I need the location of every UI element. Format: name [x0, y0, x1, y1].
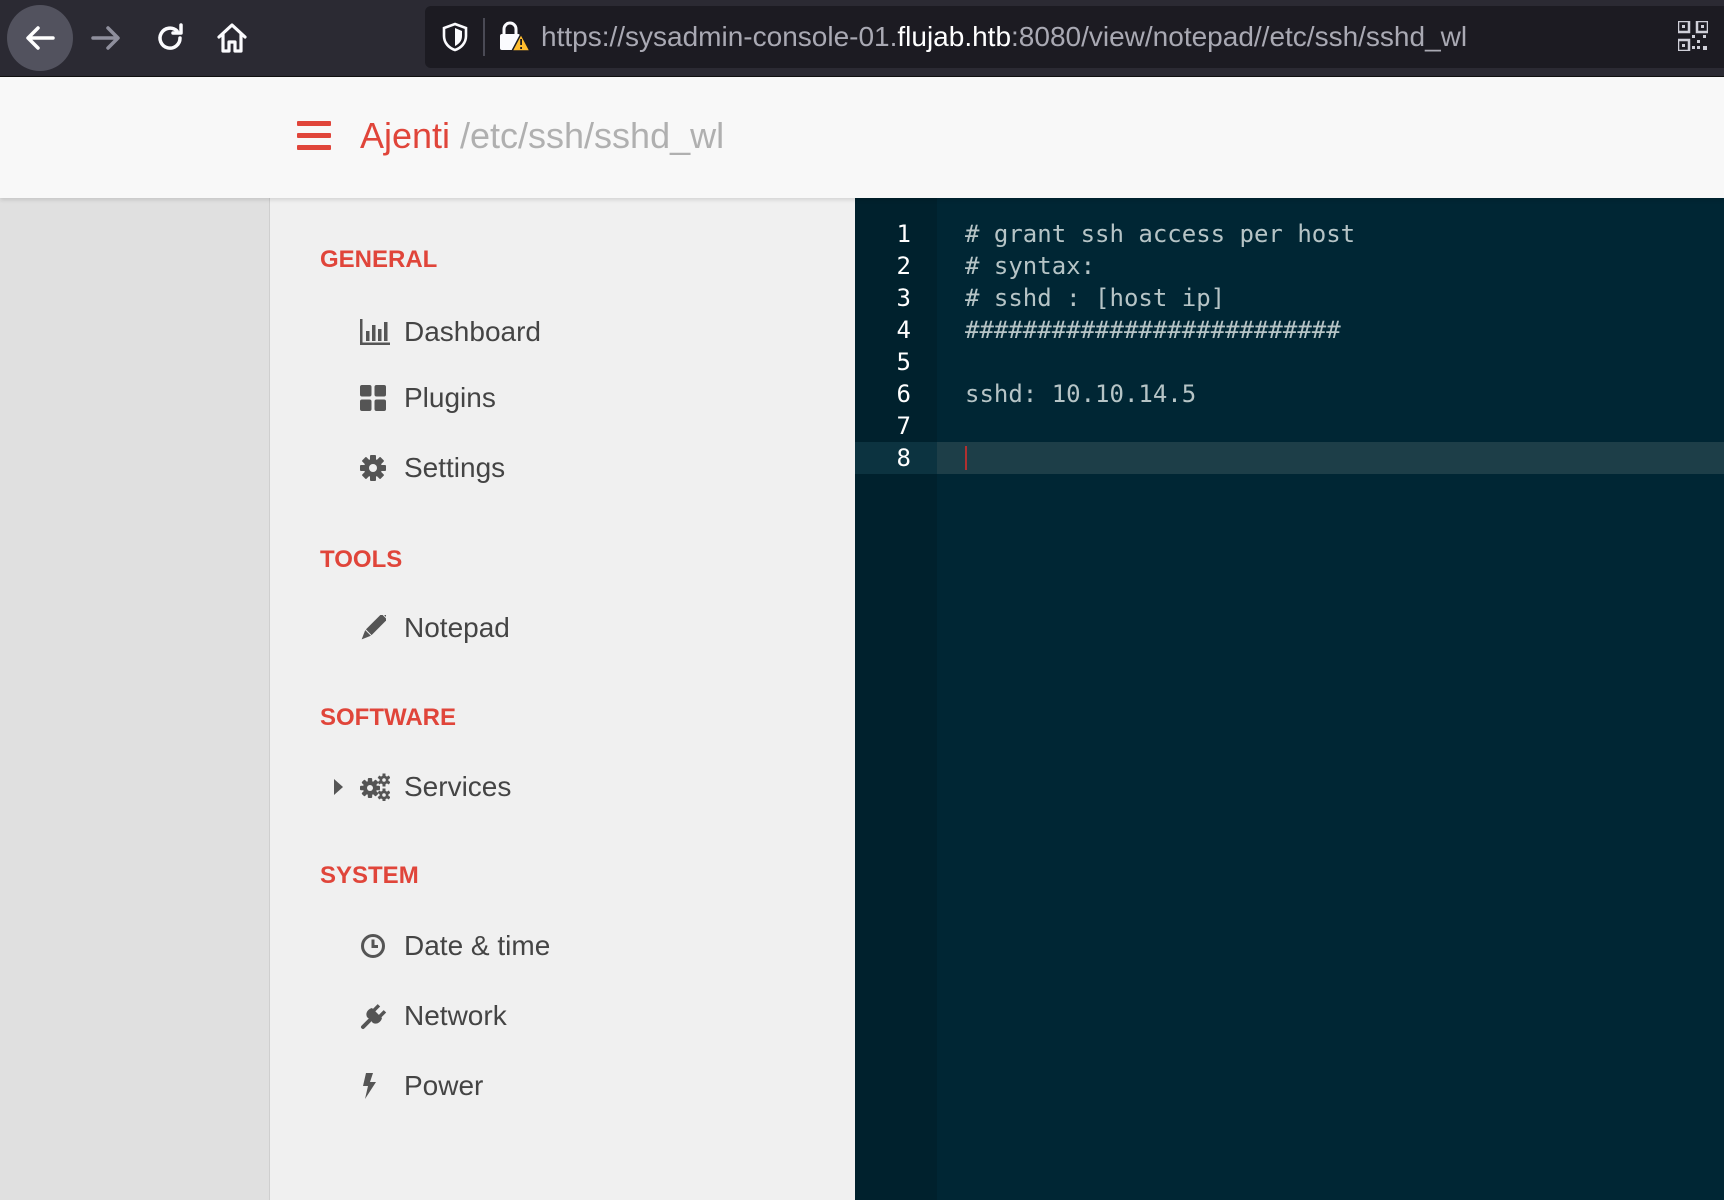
pencil-icon	[360, 613, 392, 643]
sidebar-item-label: Network	[404, 1000, 507, 1031]
home-button[interactable]	[199, 5, 265, 71]
sidebar-item-label: Dashboard	[404, 316, 541, 347]
code-line[interactable]: ##########################	[965, 314, 1341, 346]
code-editor[interactable]: 1 2 3 4 5 6 7 8 # grant ssh access per h…	[855, 198, 1724, 1200]
left-margin	[0, 198, 269, 1200]
line-number: 8	[896, 444, 911, 472]
sidebar-item-label: Date & time	[404, 930, 551, 961]
gear-icon	[360, 453, 392, 483]
reload-button[interactable]	[137, 5, 203, 71]
url-text[interactable]: https://sysadmin-console-01.flujab.htb:8…	[541, 20, 1467, 54]
back-button[interactable]	[7, 5, 73, 71]
home-icon	[215, 21, 249, 55]
sidebar-item-label: Notepad	[404, 612, 510, 643]
section-title-software: SOFTWARE	[320, 704, 456, 731]
insecure-lock-icon[interactable]	[497, 20, 532, 58]
app-header: Ajenti /etc/ssh/sshd_wl	[0, 77, 1724, 198]
sidebar-item-label: Services	[404, 771, 512, 802]
address-bar-divider	[483, 18, 485, 56]
sidebar-item-power[interactable]: Power	[360, 1064, 483, 1108]
sidebar-item-label: Settings	[404, 452, 506, 483]
bar-chart-icon	[360, 317, 392, 347]
line-number: 3	[896, 284, 911, 312]
sidebar: GENERAL Dashboard Plugins Settings TOOLS…	[269, 198, 855, 1200]
sidebar-item-label: Plugins	[404, 382, 496, 413]
sidebar-item-plugins[interactable]: Plugins	[360, 376, 496, 420]
url-suffix: :8080/view/notepad//etc/ssh/sshd_wl	[1011, 21, 1468, 52]
address-bar[interactable]: https://sysadmin-console-01.flujab.htb:8…	[425, 6, 1724, 68]
qr-code-icon[interactable]	[1676, 19, 1710, 55]
line-number: 4	[896, 316, 911, 344]
line-number: 7	[896, 412, 911, 440]
hamburger-menu-icon[interactable]	[297, 121, 331, 151]
brand-title[interactable]: Ajenti	[360, 115, 450, 157]
clock-icon	[360, 931, 392, 961]
sidebar-item-services[interactable]: Services	[360, 765, 511, 809]
section-title-tools: TOOLS	[320, 546, 403, 573]
sidebar-item-notepad[interactable]: Notepad	[360, 606, 510, 650]
back-arrow-icon	[23, 21, 57, 55]
url-host: flujab.htb	[897, 21, 1012, 52]
browser-toolbar: https://sysadmin-console-01.flujab.htb:8…	[0, 0, 1724, 77]
line-number: 6	[896, 380, 911, 408]
active-line-highlight	[855, 442, 1724, 474]
sidebar-item-label: Power	[404, 1070, 484, 1101]
file-path-breadcrumb: /etc/ssh/sshd_wl	[460, 115, 725, 156]
section-title-general: GENERAL	[320, 246, 438, 273]
line-number: 2	[896, 252, 911, 280]
forward-button[interactable]	[73, 5, 139, 71]
bolt-icon	[360, 1071, 392, 1101]
sidebar-item-dashboard[interactable]: Dashboard	[360, 310, 541, 354]
url-prefix: https://sysadmin-console-01.	[541, 21, 898, 52]
shield-icon[interactable]	[441, 22, 469, 56]
code-line[interactable]: sshd: 10.10.14.5	[965, 378, 1196, 410]
gears-icon	[360, 772, 392, 802]
sidebar-item-settings[interactable]: Settings	[360, 446, 505, 490]
line-number: 5	[896, 348, 911, 376]
text-cursor	[965, 446, 967, 470]
grid-icon	[360, 383, 392, 413]
code-line[interactable]: # syntax:	[965, 250, 1095, 282]
line-number: 1	[896, 220, 911, 248]
sidebar-item-network[interactable]: Network	[360, 994, 507, 1038]
section-title-system: SYSTEM	[320, 862, 419, 889]
code-line[interactable]: # sshd : [host ip]	[965, 282, 1225, 314]
reload-icon	[153, 21, 187, 55]
caret-right-icon[interactable]	[332, 778, 344, 800]
plug-icon	[360, 1001, 392, 1031]
sidebar-item-date-time[interactable]: Date & time	[360, 924, 550, 968]
forward-arrow-icon	[89, 21, 123, 55]
code-line[interactable]: # grant ssh access per host	[965, 218, 1355, 250]
